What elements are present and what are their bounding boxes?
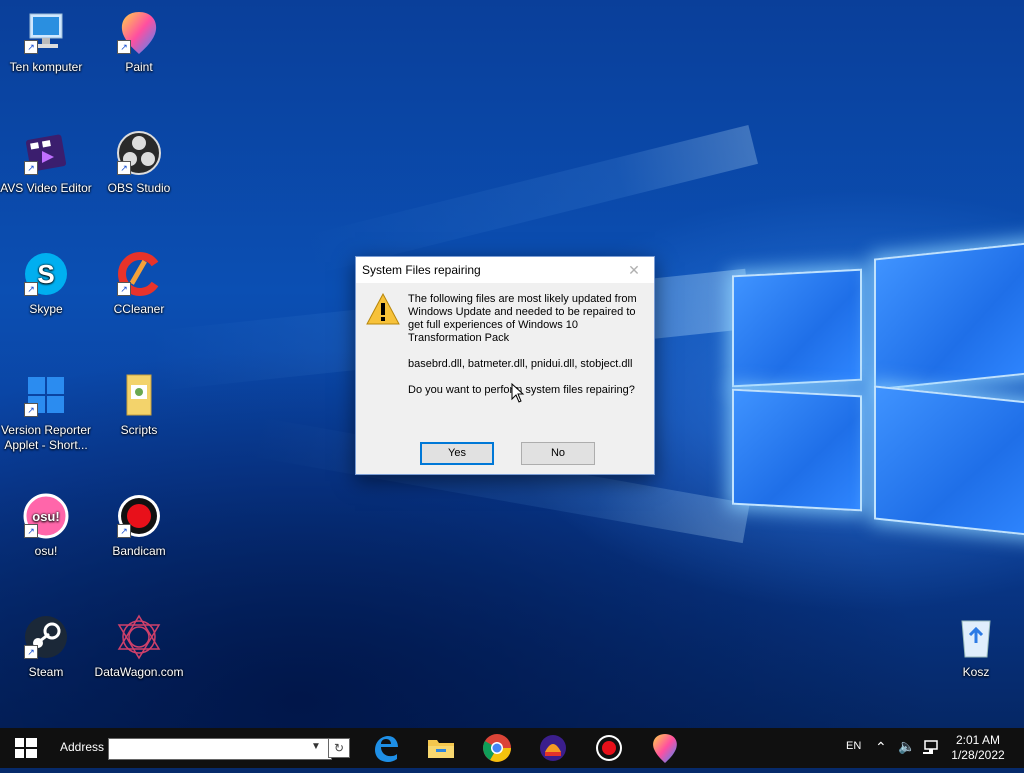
chrome-icon[interactable]: [481, 732, 513, 764]
avs-video-editor-icon: ↗: [22, 129, 70, 177]
bandicam-icon: ↗: [115, 492, 163, 540]
desktop-icon-avs-video-editor[interactable]: ↗ AVS Video Editor: [0, 129, 94, 196]
desktop-icon-label: Paint: [125, 60, 153, 74]
shortcut-arrow-icon: ↗: [117, 40, 131, 54]
avs-icon[interactable]: [537, 732, 569, 764]
osu-icon: osu! ↗: [22, 492, 70, 540]
desktop-icon-ten-komputer[interactable]: ↗ Ten komputer: [0, 8, 94, 75]
desktop-icon-obs-studio[interactable]: ↗ OBS Studio: [91, 129, 187, 196]
desktop-icon-label: Bandicam: [112, 544, 166, 558]
chevron-up-icon[interactable]: ⌃: [875, 739, 887, 756]
desktop-icon-bandicam[interactable]: ↗ Bandicam: [91, 492, 187, 559]
windows-logo-icon: ↗: [22, 371, 70, 419]
start-button[interactable]: [0, 728, 52, 768]
network-icon[interactable]: [923, 739, 941, 758]
dialog-message: The following files are most likely upda…: [408, 293, 644, 410]
shortcut-arrow-icon: ↗: [24, 161, 38, 175]
desktop-icon-label: Ten komputer: [9, 60, 83, 74]
refresh-icon[interactable]: ↻: [328, 738, 350, 758]
dialog-body: The following files are most likely upda…: [356, 283, 654, 474]
datawagon-icon: [115, 613, 163, 661]
computer-icon: ↗: [22, 8, 70, 56]
steam-icon: ↗: [22, 613, 70, 661]
desktop-icon-label: Skype: [29, 302, 63, 316]
shortcut-arrow-icon: ↗: [24, 40, 38, 54]
ccleaner-icon: ↗: [115, 250, 163, 298]
address-input[interactable]: [108, 738, 332, 760]
shortcut-arrow-icon: ↗: [24, 282, 38, 296]
mouse-cursor-icon: [511, 382, 525, 403]
desktop-icon-scripts[interactable]: Scripts: [91, 371, 187, 438]
dialog-message-files: basebrd.dll, batmeter.dll, pnidui.dll, s…: [408, 358, 633, 370]
shortcut-arrow-icon: ↗: [24, 403, 38, 417]
desktop-icon-label: Version Reporter Applet - Short...: [0, 423, 92, 452]
no-button[interactable]: No: [521, 442, 595, 465]
svg-text:S: S: [37, 259, 54, 289]
yes-button[interactable]: Yes: [420, 442, 494, 465]
recycle-bin-icon: [952, 613, 1000, 661]
skype-icon: S ↗: [22, 250, 70, 298]
desktop-icon-label: Scripts: [120, 423, 158, 437]
paint-icon: ↗: [115, 8, 163, 56]
desktop-icon-paint[interactable]: ↗ Paint: [91, 8, 187, 75]
desktop-icon-kosz[interactable]: Kosz: [928, 613, 1024, 680]
shortcut-arrow-icon: ↗: [24, 524, 38, 538]
paint-icon[interactable]: [649, 732, 681, 764]
language-indicator[interactable]: EN: [846, 740, 861, 752]
desktop-icon-datawagon[interactable]: DataWagon.com: [91, 613, 187, 680]
desktop-icon-label: Kosz: [962, 665, 990, 679]
desktop-icon-osu[interactable]: osu! ↗ osu!: [0, 492, 94, 559]
obs-studio-icon: ↗: [115, 129, 163, 177]
svg-text:osu!: osu!: [32, 509, 59, 524]
desktop-icon-label: AVS Video Editor: [0, 181, 92, 195]
address-toolbar-label: Address: [60, 740, 105, 754]
desktop-icon-steam[interactable]: ↗ Steam: [0, 613, 94, 680]
chevron-down-icon[interactable]: ▼: [306, 738, 326, 756]
dialog-title-bar[interactable]: System Files repairing ✕: [356, 257, 654, 283]
taskbar: Address ▼ ↻ EN ⌃ 🔈 2:01 AM 1/28/2022: [0, 728, 1024, 768]
warning-icon: [366, 292, 400, 325]
system-files-repair-dialog: System Files repairing ✕ The following f…: [355, 256, 655, 475]
dialog-message-intro: The following files are most likely upda…: [408, 293, 637, 344]
desktop-icon-label: osu!: [34, 544, 58, 558]
desktop-icon-skype[interactable]: S ↗ Skype: [0, 250, 94, 317]
shortcut-arrow-icon: ↗: [24, 645, 38, 659]
desktop-icon-ccleaner[interactable]: ↗ CCleaner: [91, 250, 187, 317]
system-clock[interactable]: 2:01 AM 1/28/2022: [946, 733, 1010, 763]
shortcut-arrow-icon: ↗: [117, 161, 131, 175]
volume-icon[interactable]: 🔈: [898, 738, 915, 755]
bandicam-icon[interactable]: [593, 732, 625, 764]
edge-icon[interactable]: [369, 732, 401, 764]
dialog-title: System Files repairing: [362, 263, 481, 277]
desktop-icon-label: Steam: [28, 665, 64, 679]
desktop-icon-label: OBS Studio: [107, 181, 171, 195]
clock-date: 1/28/2022: [951, 748, 1005, 762]
windows-start-icon: [15, 738, 37, 758]
close-icon[interactable]: ✕: [614, 257, 654, 283]
desktop-icon-version-reporter[interactable]: ↗ Version Reporter Applet - Short...: [0, 371, 94, 453]
file-explorer-icon[interactable]: [425, 732, 457, 764]
wallpaper-light-beam: [301, 124, 759, 276]
folder-icon: [115, 371, 163, 419]
shortcut-arrow-icon: ↗: [117, 282, 131, 296]
windows-logo-wallpaper: [728, 236, 1024, 537]
desktop-icon-label: DataWagon.com: [94, 665, 184, 679]
dialog-message-question: Do you want to perform system files repa…: [408, 384, 635, 396]
clock-time: 2:01 AM: [955, 733, 1001, 747]
shortcut-arrow-icon: ↗: [117, 524, 131, 538]
desktop-icon-label: CCleaner: [113, 302, 165, 316]
